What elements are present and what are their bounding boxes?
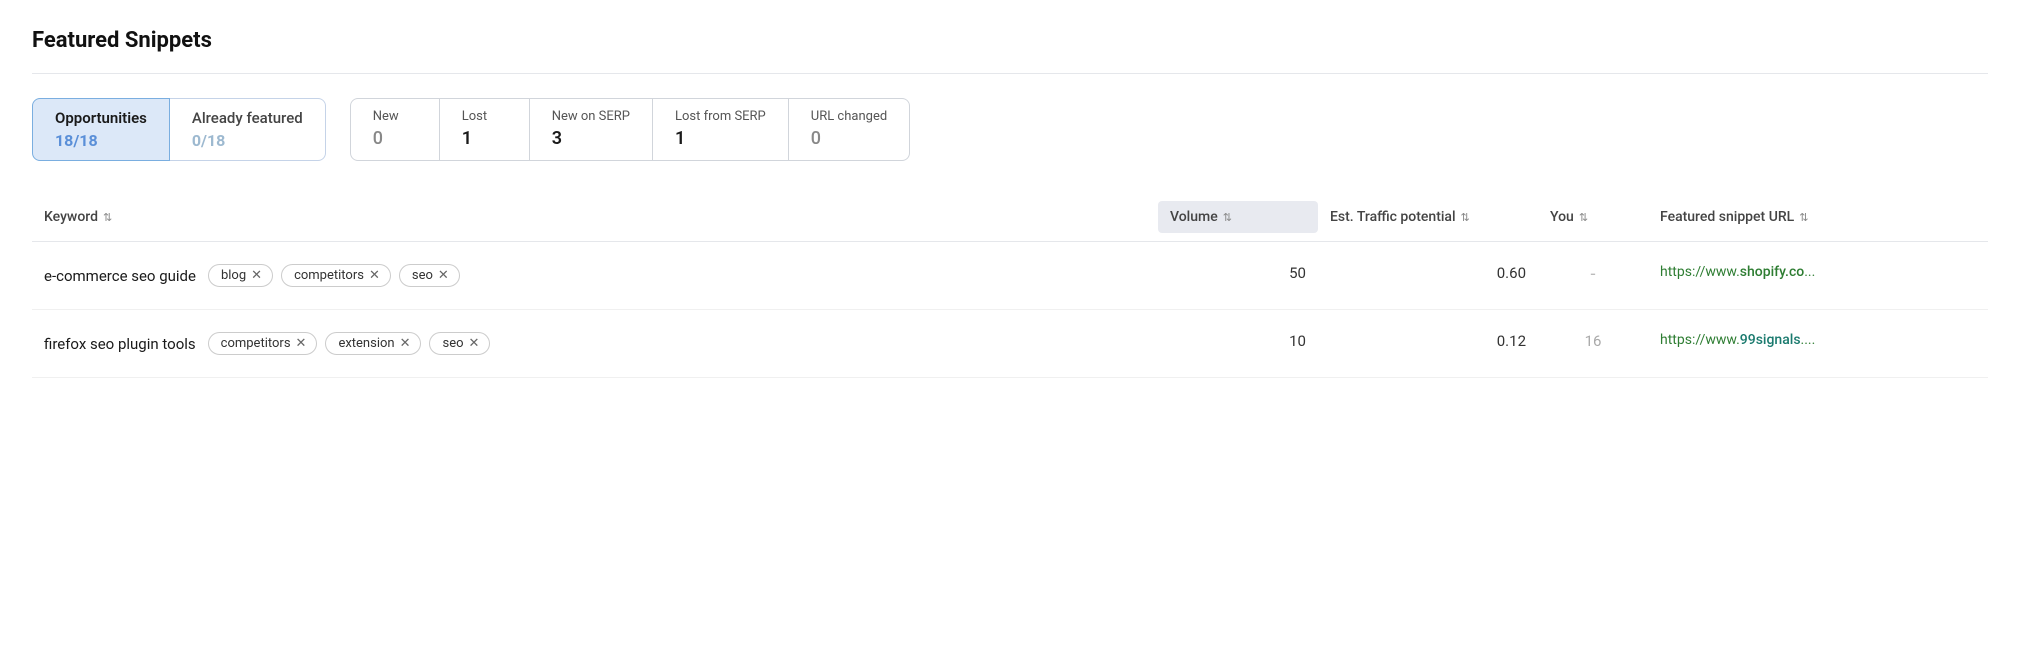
stat-new-on-serp[interactable]: New on SERP 3 [530,98,653,161]
row-1-tag-blog[interactable]: blog ✕ [208,264,273,287]
volume-sort-icon: ⇅ [1223,211,1232,224]
main-container: Featured Snippets Opportunities 18/18 Al… [0,0,2020,378]
stat-url-changed[interactable]: URL changed 0 [789,98,910,161]
stat-new-on-serp-value: 3 [552,128,562,149]
row-1-keyword-cell: e-commerce seo guide blog ✕ competitors … [32,260,1158,291]
row-2-tag-seo-remove[interactable]: ✕ [469,336,480,351]
results-table: Keyword ⇅ Volume ⇅ Est. Traffic potentia… [32,193,1988,378]
row-2-tag-extension-remove[interactable]: ✕ [400,336,411,351]
stat-lost-from-serp[interactable]: Lost from SERP 1 [653,98,789,161]
filter-row: Opportunities 18/18 Already featured 0/1… [32,98,1988,161]
row-1-url: https://www.shopify.co... [1648,260,1988,284]
tab-already-featured[interactable]: Already featured 0/18 [170,98,326,161]
row-2-tag-competitors[interactable]: competitors ✕ [208,332,318,355]
row-1-you-value: - [1591,264,1596,285]
tab-opportunities-value: 18/18 [55,131,98,150]
stat-lost-from-serp-label: Lost from SERP [675,109,766,124]
col-volume[interactable]: Volume ⇅ [1158,201,1318,233]
row-2-keyword-content: firefox seo plugin tools competitors ✕ e… [44,332,1146,355]
you-sort-icon: ⇅ [1579,211,1588,224]
row-2-keyword-cell: firefox seo plugin tools competitors ✕ e… [32,328,1158,359]
col-keyword[interactable]: Keyword ⇅ [32,201,1158,233]
row-2-tag-seo[interactable]: seo ✕ [429,332,490,355]
row-2-traffic: 0.12 [1318,328,1538,354]
row-1-tag-competitors[interactable]: competitors ✕ [281,264,391,287]
row-1-you: - [1538,260,1648,289]
row-2-you: 16 [1538,328,1648,354]
table-row: firefox seo plugin tools competitors ✕ e… [32,310,1988,378]
tab-opportunities[interactable]: Opportunities 18/18 [32,98,170,161]
table-row: e-commerce seo guide blog ✕ competitors … [32,242,1988,310]
row-2-tag-extension[interactable]: extension ✕ [325,332,421,355]
row-1-url-brand: shopify.co [1740,264,1804,280]
stat-lost-from-serp-value: 1 [675,128,685,149]
table-header: Keyword ⇅ Volume ⇅ Est. Traffic potentia… [32,193,1988,242]
keyword-sort-icon: ⇅ [103,211,112,224]
row-2-url-brand: 99signals [1740,332,1801,348]
tab-opportunities-label: Opportunities [55,109,147,127]
row-1-tag-competitors-remove[interactable]: ✕ [369,268,380,283]
title-divider [32,73,1988,74]
row-1-keyword: e-commerce seo guide [44,267,196,285]
page-title: Featured Snippets [32,28,1988,53]
stat-lost[interactable]: Lost 1 [440,98,530,161]
col-featured-url[interactable]: Featured snippet URL ⇅ [1648,201,1988,233]
row-1-volume: 50 [1158,260,1318,286]
traffic-sort-icon: ⇅ [1461,211,1470,224]
row-1-tag-seo-remove[interactable]: ✕ [438,268,449,283]
tab-already-featured-label: Already featured [192,109,303,127]
row-1-traffic: 0.60 [1318,260,1538,286]
stat-new-value: 0 [373,128,383,149]
col-you[interactable]: You ⇅ [1538,201,1648,233]
row-2-you-value: 16 [1585,332,1602,350]
col-traffic-potential[interactable]: Est. Traffic potential ⇅ [1318,201,1538,233]
row-2-volume: 10 [1158,328,1318,354]
stat-new-on-serp-label: New on SERP [552,109,630,124]
stat-url-changed-label: URL changed [811,109,887,124]
stat-new-label: New [373,109,399,124]
stat-lost-value: 1 [462,128,472,149]
tab-already-featured-value: 0/18 [192,131,225,150]
row-1-keyword-content: e-commerce seo guide blog ✕ competitors … [44,264,1146,287]
row-1-tag-seo[interactable]: seo ✕ [399,264,460,287]
stat-group: New 0 Lost 1 New on SERP 3 Lost from SER… [350,98,911,161]
row-2-url: https://www.99signals.... [1648,328,1988,352]
row-2-tag-competitors-remove[interactable]: ✕ [296,336,307,351]
row-2-keyword: firefox seo plugin tools [44,335,196,353]
stat-new[interactable]: New 0 [350,98,440,161]
row-1-tag-blog-remove[interactable]: ✕ [251,268,262,283]
stat-url-changed-value: 0 [811,128,821,149]
tab-group: Opportunities 18/18 Already featured 0/1… [32,98,326,161]
url-sort-icon: ⇅ [1799,211,1808,224]
stat-lost-label: Lost [462,109,487,124]
